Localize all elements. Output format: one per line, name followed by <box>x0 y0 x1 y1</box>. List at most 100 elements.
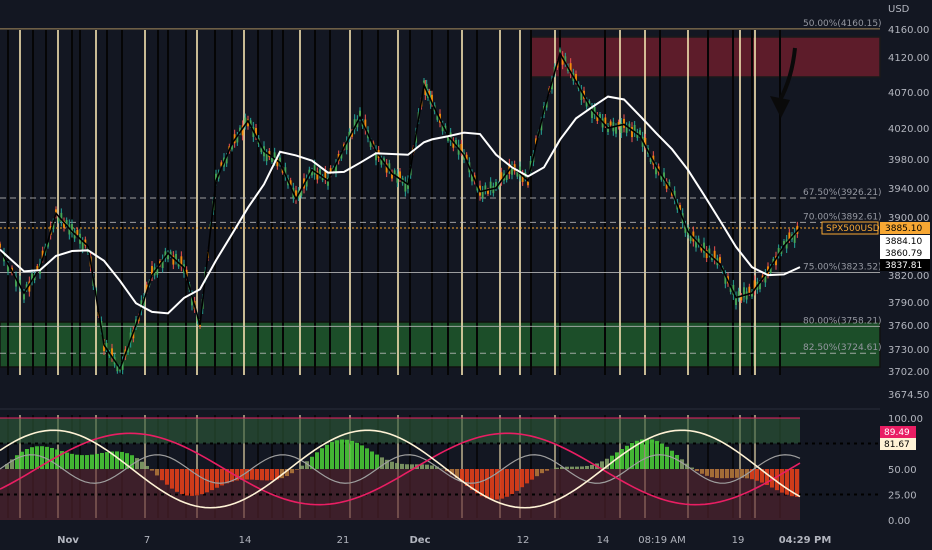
oscillator-histogram-bar <box>425 464 429 469</box>
oscillator-histogram-bar <box>325 444 329 469</box>
candle-body <box>609 121 612 126</box>
oscillator-histogram-bar <box>290 469 294 474</box>
oscillator-histogram-bar <box>775 469 779 491</box>
price-tick-label: 3674.50 <box>888 390 929 401</box>
oscillator-histogram-bar <box>80 455 84 469</box>
candle-body <box>623 118 625 128</box>
oscillator-histogram-bar <box>530 469 534 480</box>
candle-body <box>76 229 79 235</box>
oscillator-histogram-bar <box>525 469 529 484</box>
oscillator-histogram-bar <box>295 469 299 470</box>
candle-body <box>719 257 721 264</box>
oscillator-histogram-bar <box>270 469 274 481</box>
fib-label: 82.50%(3724.61) <box>803 343 882 353</box>
oscillator-histogram-bar <box>500 469 504 499</box>
oscillator-histogram-bar <box>505 469 509 497</box>
oscillator-histogram-bar <box>650 439 654 469</box>
oscillator-histogram-bar <box>615 452 619 469</box>
time-tick-label: 14 <box>597 535 610 546</box>
oscillator-histogram-bar <box>155 469 159 476</box>
support-zone[interactable] <box>0 321 881 368</box>
fib-label: 75.00%(3823.52) <box>803 262 882 272</box>
candle-body <box>748 286 751 293</box>
oscillator-histogram-bar <box>395 463 399 469</box>
oscillator-histogram-bar <box>700 469 704 474</box>
price-tick-label: 3730.00 <box>888 345 929 356</box>
trading-chart[interactable]: 50.00%(4160.15) 67.50%(3926.21) 70.00%(389… <box>0 0 932 550</box>
oscillator-histogram-bar <box>300 465 304 469</box>
oscillator-histogram-bar <box>335 440 339 469</box>
candle-body <box>399 171 401 179</box>
fib-label: 80.00%(3758.21) <box>803 316 882 326</box>
oscillator-histogram-bar <box>135 458 139 469</box>
oscillator-histogram-bar <box>730 469 734 478</box>
oscillator-pane <box>0 417 880 520</box>
oscillator-histogram-bar <box>795 469 799 497</box>
oscillator-histogram-bar <box>75 454 79 469</box>
oscillator-histogram-bar <box>645 438 649 469</box>
oscillator-histogram-bar <box>405 464 409 469</box>
oscillator-histogram-bar <box>320 448 324 469</box>
time-tick-label: Dec <box>409 535 430 546</box>
oscillator-histogram-bar <box>510 469 514 495</box>
oscillator-histogram-bar <box>145 465 149 469</box>
candle-body <box>313 164 316 175</box>
oscillator-histogram-bar <box>480 469 484 497</box>
time-tick-label: 12 <box>517 535 530 546</box>
oscillator-histogram-bar <box>715 469 719 478</box>
oscillator-histogram-bar <box>375 454 379 469</box>
oscillator-histogram-bar <box>675 454 679 469</box>
price-tick-label: 4120.00 <box>888 53 929 64</box>
oscillator-histogram-bar <box>580 466 584 469</box>
oscillator-histogram-bar <box>25 449 29 469</box>
price-tag-value: 3860.79 <box>885 249 922 259</box>
oscillator-histogram-bar <box>170 469 174 489</box>
oscillator-histogram-bar <box>670 450 674 469</box>
oscillator-histogram-bar <box>85 455 89 469</box>
fib-label: 67.50%(3926.21) <box>803 188 882 198</box>
candle-body <box>631 127 633 138</box>
oscillator-tick-label: 100.00 <box>888 414 923 425</box>
oscillator-histogram-bar <box>260 469 264 481</box>
currency-label: USD <box>888 4 910 15</box>
oscillator-histogram-bar <box>250 469 254 480</box>
oscillator-histogram-bar <box>345 439 349 469</box>
time-tick-label: 19 <box>732 535 745 546</box>
oscillator-histogram-bar <box>705 469 709 476</box>
oscillator-histogram-bar <box>185 469 189 496</box>
symbol-tag-text: SPX500USD <box>826 224 880 234</box>
oscillator-histogram-bar <box>160 469 164 481</box>
oscillator-histogram-bar <box>710 469 714 478</box>
oscillator-histogram-bar <box>315 452 319 469</box>
price-tag-value: 3884.10 <box>885 237 922 247</box>
oscillator-histogram-bar <box>95 453 99 469</box>
oscillator-histogram-bar <box>665 446 669 469</box>
oscillator-histogram-bar <box>30 447 34 469</box>
oscillator-histogram-bar <box>555 467 559 469</box>
price-tick-label: 3940.00 <box>888 184 929 195</box>
oscillator-histogram-bar <box>65 452 69 469</box>
oscillator-histogram-bar <box>100 452 104 469</box>
oscillator-histogram-bar <box>625 445 629 469</box>
time-tick-label: 14 <box>239 535 252 546</box>
oscillator-histogram-bar <box>365 448 369 469</box>
time-tick-label: 7 <box>144 535 150 546</box>
oscillator-histogram-bar <box>165 469 169 485</box>
time-tick-label: Nov <box>57 535 79 546</box>
oscillator-histogram-bar <box>265 469 269 481</box>
oscillator-histogram-bar <box>720 469 724 479</box>
oscillator-histogram-bar <box>755 469 759 481</box>
oscillator-histogram-bar <box>35 446 39 469</box>
resistance-zone[interactable] <box>530 36 881 78</box>
oscillator-histogram-bar <box>20 451 24 469</box>
oscillator-histogram-bar <box>585 465 589 469</box>
price-tick-label: 3820.00 <box>888 271 929 282</box>
oscillator-histogram-bar <box>575 466 579 469</box>
time-tick-label: 08:19 AM <box>638 535 685 546</box>
oscillator-histogram-bar <box>380 457 384 469</box>
time-tick-label: 21 <box>337 535 350 546</box>
oscillator-histogram-bar <box>370 451 374 469</box>
oscillator-histogram-bar <box>430 465 434 469</box>
oscillator-tag-value: 81.67 <box>884 440 910 450</box>
candle-body <box>615 126 617 134</box>
